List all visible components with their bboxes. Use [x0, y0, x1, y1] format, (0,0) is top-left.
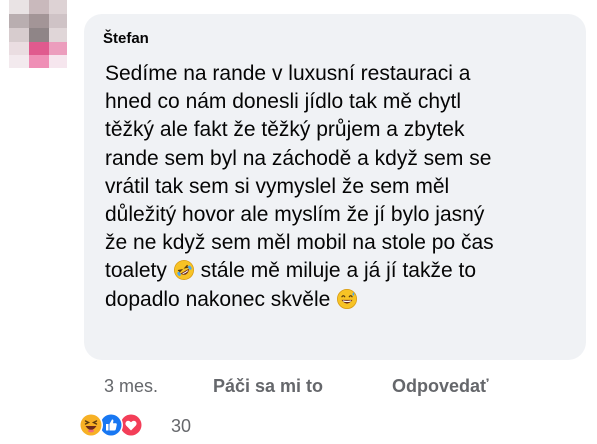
comment-line: Sedíme na rande v luxusní restauraci a — [105, 62, 471, 85]
haha-reaction-icon — [79, 413, 103, 437]
comment-line-part: dopadlo nakonec skvěle — [105, 287, 331, 311]
like-button[interactable]: Páči sa mi to — [213, 376, 323, 397]
comment-line: vrátil tak sem si vymyslel že sem měl — [105, 174, 450, 198]
comment-line-part: stále mě miluje a já jí takže to — [200, 259, 477, 283]
reaction-count: 30 — [171, 416, 192, 436]
comment-line: rande sem byl na záchodě a když sem se — [105, 146, 492, 170]
comment-line: důležitý hovor ale myslím že jí bylo jas… — [105, 203, 485, 227]
comment-line: těžký ale fakt že těžký průjem a zbytek — [105, 118, 465, 142]
avatar[interactable] — [9, 0, 67, 68]
comment-line-part: toalety — [105, 259, 167, 283]
grinning-sweat-emoji — [337, 288, 358, 309]
comment-line: hned co nám donesli jídlo tak mě chytl — [105, 90, 462, 114]
comment-actions: 3 mes. Páči sa mi to Odpovedať — [0, 376, 597, 400]
comment-timestamp[interactable]: 3 mes. — [104, 376, 158, 397]
comment-line: že ne když sem měl mobil na stole po čas — [105, 231, 494, 255]
comment-line: dopadlo nakonec skvěle — [105, 286, 575, 314]
comment-bubble: Štefan Sedíme na rande v luxusní restaur… — [84, 14, 586, 360]
comment-author[interactable]: Štefan — [103, 30, 149, 47]
rolling-on-floor-laughing-emoji — [173, 260, 194, 281]
comment-text: Sedíme na rande v luxusní restauraci a h… — [105, 60, 575, 314]
reply-button[interactable]: Odpovedať — [392, 376, 489, 397]
comment-line: toalety stále mě miluje a já jí takže to — [105, 257, 575, 285]
reaction-summary[interactable]: 30 — [76, 412, 236, 442]
